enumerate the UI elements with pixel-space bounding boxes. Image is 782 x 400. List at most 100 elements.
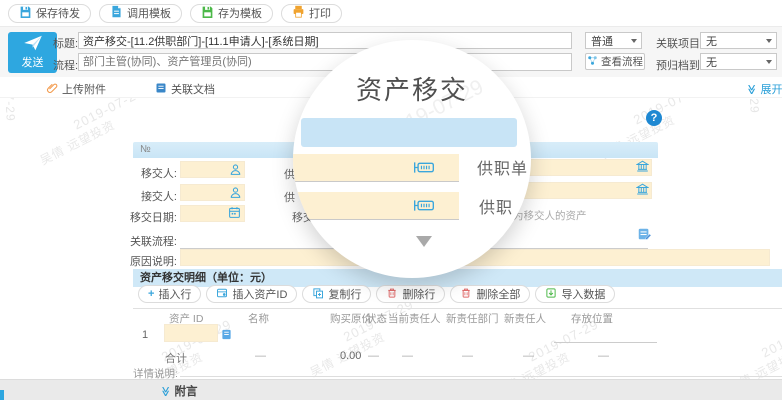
upload-attachment-link[interactable]: 上传附件 — [46, 81, 106, 97]
insert-asset-id-label: 插入资产ID — [232, 286, 287, 302]
transferor-asset-hint: 为移交人的资产 — [513, 208, 587, 223]
prearchive-value: 无 — [706, 54, 717, 70]
load-template-button[interactable]: 调用模板 — [99, 4, 182, 23]
detail-note-input[interactable] — [180, 360, 782, 377]
person-picker-icon[interactable] — [229, 186, 242, 204]
delete-row-label: 删除行 — [402, 286, 435, 302]
title-input[interactable] — [78, 32, 572, 49]
import-icon — [545, 287, 557, 302]
field-picker-icon — [413, 159, 435, 181]
flow-doc-icon[interactable] — [637, 227, 651, 246]
document-icon — [155, 82, 167, 97]
double-chevron-down-icon: ≫ — [746, 84, 757, 94]
send-label: 发送 — [22, 54, 44, 70]
organization-picker-icon[interactable] — [636, 160, 649, 178]
view-flow-label: 查看流程 — [601, 54, 643, 69]
save-icon — [19, 5, 32, 21]
reason-label: 原因说明: — [121, 253, 177, 269]
chevron-down-icon — [766, 39, 772, 43]
upload-attachment-label: 上传附件 — [62, 81, 106, 97]
print-icon — [292, 5, 305, 21]
flow-label: 流程: — [53, 57, 78, 73]
print-button[interactable]: 打印 — [281, 4, 342, 23]
trash-icon — [386, 287, 398, 302]
col-header-current-owner: 当前责任人 — [388, 311, 441, 326]
footer-bar — [0, 379, 782, 400]
prearchive-label: 预归档到: — [656, 57, 703, 73]
col-header-new-dept: 新责任部门 — [446, 311, 499, 326]
save-as-template-button[interactable]: 存为模板 — [190, 4, 273, 23]
related-project-select[interactable]: 无 — [700, 32, 777, 49]
chevron-down-icon — [631, 39, 637, 43]
delete-all-button[interactable]: 删除全部 — [450, 285, 530, 303]
transferor-org-input[interactable] — [520, 159, 652, 176]
magnified-section-band — [301, 118, 517, 147]
magnified-label: 供职 — [479, 194, 513, 218]
asset-lookup-icon[interactable] — [221, 327, 232, 345]
chevron-down-icon — [766, 60, 772, 64]
magnifier-bubble: 2019-07-29 资产移交 供职单 供职 — [293, 40, 531, 278]
trash-icon — [460, 287, 472, 302]
asset-id-input[interactable] — [164, 324, 218, 342]
magnified-form-title: 资产移交 — [307, 70, 517, 107]
help-icon[interactable]: ? — [646, 110, 662, 126]
save-as-template-label: 存为模板 — [218, 5, 262, 21]
col-header-location: 存放位置 — [571, 311, 613, 326]
field-picker-icon — [413, 197, 435, 219]
magnified-label: 供职单 — [477, 155, 528, 179]
title-label: 标题: — [53, 35, 78, 51]
row-index: 1 — [142, 329, 148, 341]
related-project-value: 无 — [706, 33, 717, 49]
insert-row-button[interactable]: + 插入行 — [138, 285, 201, 303]
transfer-date-label: 移交日期: — [121, 209, 177, 225]
flow-input[interactable] — [78, 53, 572, 71]
col-header-new-owner: 新责任人 — [504, 311, 546, 326]
magnified-dropdown-arrow — [416, 236, 432, 247]
organization-picker-icon[interactable] — [636, 183, 649, 201]
person-picker-icon[interactable] — [229, 163, 242, 181]
asset-transfer-form-page: 保存待发 调用模板 存为模板 打印 发送 标题: 普通 关联项目: 无 流程: … — [0, 0, 782, 400]
corner-accent — [0, 390, 4, 400]
receiver-label: 接交人: — [121, 188, 177, 204]
plus-icon: + — [148, 288, 154, 300]
save-draft-button[interactable]: 保存待发 — [8, 4, 91, 23]
template-save-icon — [201, 5, 214, 21]
related-doc-link[interactable]: 关联文档 — [155, 81, 215, 97]
prearchive-select[interactable]: 无 — [700, 53, 777, 70]
expand-toggle[interactable]: ≫ 展开 — [746, 81, 782, 97]
paperclip-icon — [46, 82, 58, 97]
detail-toolbar: + 插入行 插入资产ID 复制行 删除行 删除全部 导入数据 — [138, 285, 615, 303]
location-input[interactable] — [554, 326, 657, 343]
table-top-border — [133, 308, 782, 309]
numero-label: № — [140, 144, 151, 155]
save-draft-label: 保存待发 — [36, 5, 80, 21]
double-chevron-down-icon: ≫ — [160, 386, 171, 396]
priority-value: 普通 — [591, 33, 613, 49]
send-button[interactable]: 发送 — [8, 32, 57, 73]
detail-section-title: 资产移交明细（单位：元） — [140, 272, 272, 284]
col-header-name: 名称 — [248, 311, 269, 326]
postscript-toggle[interactable]: ≫ 附言 — [160, 383, 197, 399]
import-data-button[interactable]: 导入数据 — [535, 285, 615, 303]
receiver-org-input[interactable] — [520, 182, 652, 199]
load-template-label: 调用模板 — [127, 5, 171, 21]
related-flow-label: 关联流程: — [121, 233, 177, 249]
insert-asset-id-button[interactable]: 插入资产ID — [206, 285, 297, 303]
col-header-status: 状态 — [366, 311, 387, 326]
calendar-icon[interactable] — [228, 206, 241, 224]
postscript-label: 附言 — [174, 383, 197, 399]
transferor-label: 移交人: — [121, 165, 177, 181]
related-project-label: 关联项目: — [656, 35, 703, 51]
related-doc-label: 关联文档 — [171, 81, 215, 97]
import-data-label: 导入数据 — [561, 286, 605, 302]
copy-row-label: 复制行 — [328, 286, 361, 302]
print-label: 打印 — [309, 5, 331, 21]
copy-icon — [312, 287, 324, 302]
toolbar: 保存待发 调用模板 存为模板 打印 — [0, 0, 782, 27]
template-load-icon — [110, 5, 123, 21]
view-flow-button[interactable]: 查看流程 — [585, 53, 645, 70]
priority-select[interactable]: 普通 — [585, 32, 642, 49]
copy-row-button[interactable]: 复制行 — [302, 285, 371, 303]
delete-row-button[interactable]: 删除行 — [376, 285, 445, 303]
paper-plane-icon — [23, 35, 43, 54]
